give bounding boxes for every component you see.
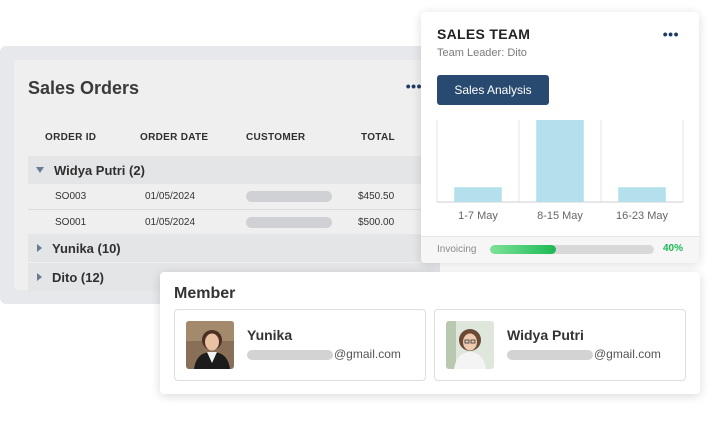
invoicing-fill xyxy=(490,245,556,254)
member-card: Member Yunika @gmail.com Widya Putri @gm… xyxy=(160,272,700,394)
member-name: Widya Putri xyxy=(507,327,584,343)
chart-bar[interactable] xyxy=(454,187,502,202)
order-date: 01/05/2024 xyxy=(145,191,196,202)
caret-right-icon xyxy=(37,244,42,252)
member-title: Member xyxy=(174,285,236,302)
table-row[interactable]: SO001 01/05/2024 $500.00 xyxy=(28,210,434,236)
sales-orders-card: Sales Orders ••• ORDER ID ORDER DATE CUS… xyxy=(14,60,434,291)
member-email-domain: @gmail.com xyxy=(334,347,401,361)
member-item-widya-putri[interactable]: Widya Putri @gmail.com xyxy=(434,309,686,381)
email-placeholder xyxy=(507,350,593,360)
column-header-customer[interactable]: CUSTOMER xyxy=(246,132,305,143)
order-id: SO001 xyxy=(55,217,87,228)
order-id: SO003 xyxy=(55,191,87,202)
column-header-total[interactable]: TOTAL xyxy=(361,132,395,143)
column-header-order-id[interactable]: ORDER ID xyxy=(45,132,96,143)
invoicing-track xyxy=(490,245,654,254)
customer-placeholder xyxy=(246,217,332,228)
group-row-yunika[interactable]: Yunika (10) xyxy=(28,234,434,262)
group-label: Dito (12) xyxy=(52,269,104,285)
table-row[interactable]: SO003 01/05/2024 $450.50 xyxy=(28,184,434,210)
caret-down-icon xyxy=(36,167,44,173)
invoicing-percent: 40% xyxy=(662,243,683,254)
sales-orders-panel: Sales Orders ••• ORDER ID ORDER DATE CUS… xyxy=(0,46,440,304)
avatar xyxy=(446,321,494,369)
x-tick-label: 8-15 May xyxy=(537,210,583,222)
sales-orders-title: Sales Orders xyxy=(28,78,140,98)
column-header-order-date[interactable]: ORDER DATE xyxy=(140,132,208,143)
member-name: Yunika xyxy=(247,327,293,343)
order-date: 01/05/2024 xyxy=(145,217,196,228)
order-total: $500.00 xyxy=(358,217,395,228)
avatar xyxy=(186,321,234,369)
group-row-widya-putri[interactable]: Widya Putri (2) xyxy=(28,156,434,184)
email-placeholder xyxy=(247,350,333,360)
invoicing-label: Invoicing xyxy=(437,244,477,255)
x-tick-label: 16-23 May xyxy=(616,210,668,222)
group-label: Widya Putri (2) xyxy=(54,162,145,178)
sales-team-card: SALES TEAM Team Leader: Dito ••• Sales A… xyxy=(421,12,699,263)
chart-bar[interactable] xyxy=(536,120,584,202)
caret-right-icon xyxy=(37,273,42,281)
sales-bar-chart: 1-7 May 8-15 May 16-23 May xyxy=(436,120,684,222)
member-email-domain: @gmail.com xyxy=(594,347,661,361)
order-total: $450.50 xyxy=(358,191,395,202)
member-item-yunika[interactable]: Yunika @gmail.com xyxy=(174,309,426,381)
chart-bar[interactable] xyxy=(618,187,666,202)
more-horizontal-icon[interactable]: ••• xyxy=(406,78,422,94)
group-label: Yunika (10) xyxy=(52,240,121,256)
invoicing-progress: Invoicing 40% xyxy=(421,236,699,263)
customer-placeholder xyxy=(246,191,332,202)
x-tick-label: 1-7 May xyxy=(458,210,498,222)
